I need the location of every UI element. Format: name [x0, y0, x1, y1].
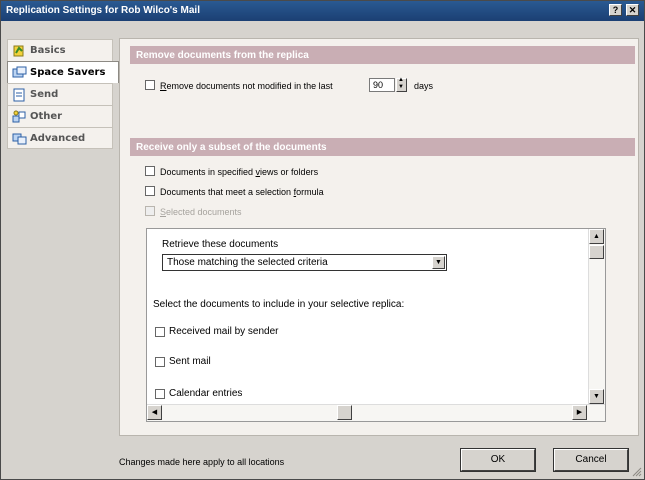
- retrieve-selected-value: Those matching the selected criteria: [167, 257, 328, 268]
- other-icon: [12, 110, 27, 124]
- sent-mail-label: Sent mail: [169, 356, 211, 367]
- views-folders-label: Documents in specified views or folders: [160, 167, 319, 177]
- sidebar-item-send[interactable]: Send: [7, 83, 113, 105]
- chevron-down-icon[interactable]: ▼: [432, 256, 445, 269]
- space-savers-icon: [12, 66, 27, 80]
- sidebar-item-label: Other: [30, 111, 63, 122]
- remove-old-documents-checkbox[interactable]: [145, 80, 155, 90]
- days-unit-label: days: [414, 81, 434, 91]
- help-button[interactable]: ?: [609, 4, 622, 16]
- title-bar[interactable]: Replication Settings for Rob Wilco's Mai…: [1, 1, 644, 21]
- scroll-down-button[interactable]: ▼: [589, 389, 604, 404]
- vertical-scroll-thumb[interactable]: [589, 245, 604, 259]
- selective-replica-panel: Retrieve these documents Those matching …: [146, 228, 606, 422]
- sidebar-item-advanced[interactable]: Advanced: [7, 127, 113, 149]
- dialog-title: Replication Settings for Rob Wilco's Mai…: [6, 5, 200, 16]
- sent-mail-checkbox[interactable]: [155, 357, 165, 367]
- horizontal-scroll-thumb[interactable]: [337, 405, 352, 420]
- receive-subset-section-header: Receive only a subset of the documents: [130, 138, 635, 156]
- scroll-left-button[interactable]: ◀: [147, 405, 162, 420]
- calendar-entries-checkbox[interactable]: [155, 389, 165, 399]
- ok-button[interactable]: OK: [461, 449, 535, 471]
- footer-note: Changes made here apply to all locations: [119, 457, 285, 467]
- close-button[interactable]: ✕: [626, 4, 639, 16]
- selected-documents-label: Selected documents: [160, 207, 242, 217]
- selection-formula-label: Documents that meet a selection formula: [160, 187, 324, 197]
- views-folders-checkbox[interactable]: [145, 166, 155, 176]
- section-title: Remove documents from the replica: [136, 50, 309, 61]
- select-documents-label: Select the documents to include in your …: [153, 299, 405, 310]
- sidebar-item-basics[interactable]: Basics: [7, 39, 113, 61]
- sidebar-item-space-savers[interactable]: Space Savers: [7, 61, 119, 83]
- selection-formula-checkbox[interactable]: [145, 186, 155, 196]
- send-icon: [12, 88, 27, 102]
- scroll-right-button[interactable]: ▶: [572, 405, 587, 420]
- section-title: Receive only a subset of the documents: [136, 142, 327, 153]
- replication-settings-dialog: Replication Settings for Rob Wilco's Mai…: [0, 0, 645, 480]
- calendar-entries-label: Calendar entries: [169, 388, 243, 399]
- resize-grip-icon[interactable]: [631, 466, 642, 477]
- retrieve-label: Retrieve these documents: [162, 239, 279, 250]
- advanced-icon: [12, 132, 27, 146]
- sidebar-item-other[interactable]: Other: [7, 105, 113, 127]
- retrieve-dropdown[interactable]: Those matching the selected criteria ▼: [162, 254, 447, 271]
- remove-old-documents-label: Remove documents not modified in the las…: [160, 81, 333, 91]
- scroll-up-button[interactable]: ▲: [589, 229, 604, 244]
- selected-documents-checkbox[interactable]: [145, 206, 155, 216]
- horizontal-scrollbar[interactable]: ◀ ▶: [147, 404, 605, 421]
- sidebar-item-label: Send: [30, 89, 59, 100]
- sidebar-item-label: Space Savers: [30, 67, 106, 78]
- sidebar-item-label: Advanced: [30, 133, 86, 144]
- settings-content-panel: Remove documents from the replica Remove…: [119, 38, 639, 436]
- sidebar-item-label: Basics: [30, 45, 66, 56]
- remove-documents-section-header: Remove documents from the replica: [130, 46, 635, 64]
- cancel-button[interactable]: Cancel: [554, 449, 628, 471]
- received-mail-label: Received mail by sender: [169, 326, 279, 337]
- days-spin-button[interactable]: [396, 77, 407, 92]
- received-mail-checkbox[interactable]: [155, 327, 165, 337]
- days-input[interactable]: 90: [369, 78, 395, 92]
- vertical-scrollbar[interactable]: ▲ ▼: [588, 229, 605, 405]
- sidebar: Basics Space Savers Send Other Advanced: [7, 39, 119, 149]
- basics-icon: [12, 44, 27, 58]
